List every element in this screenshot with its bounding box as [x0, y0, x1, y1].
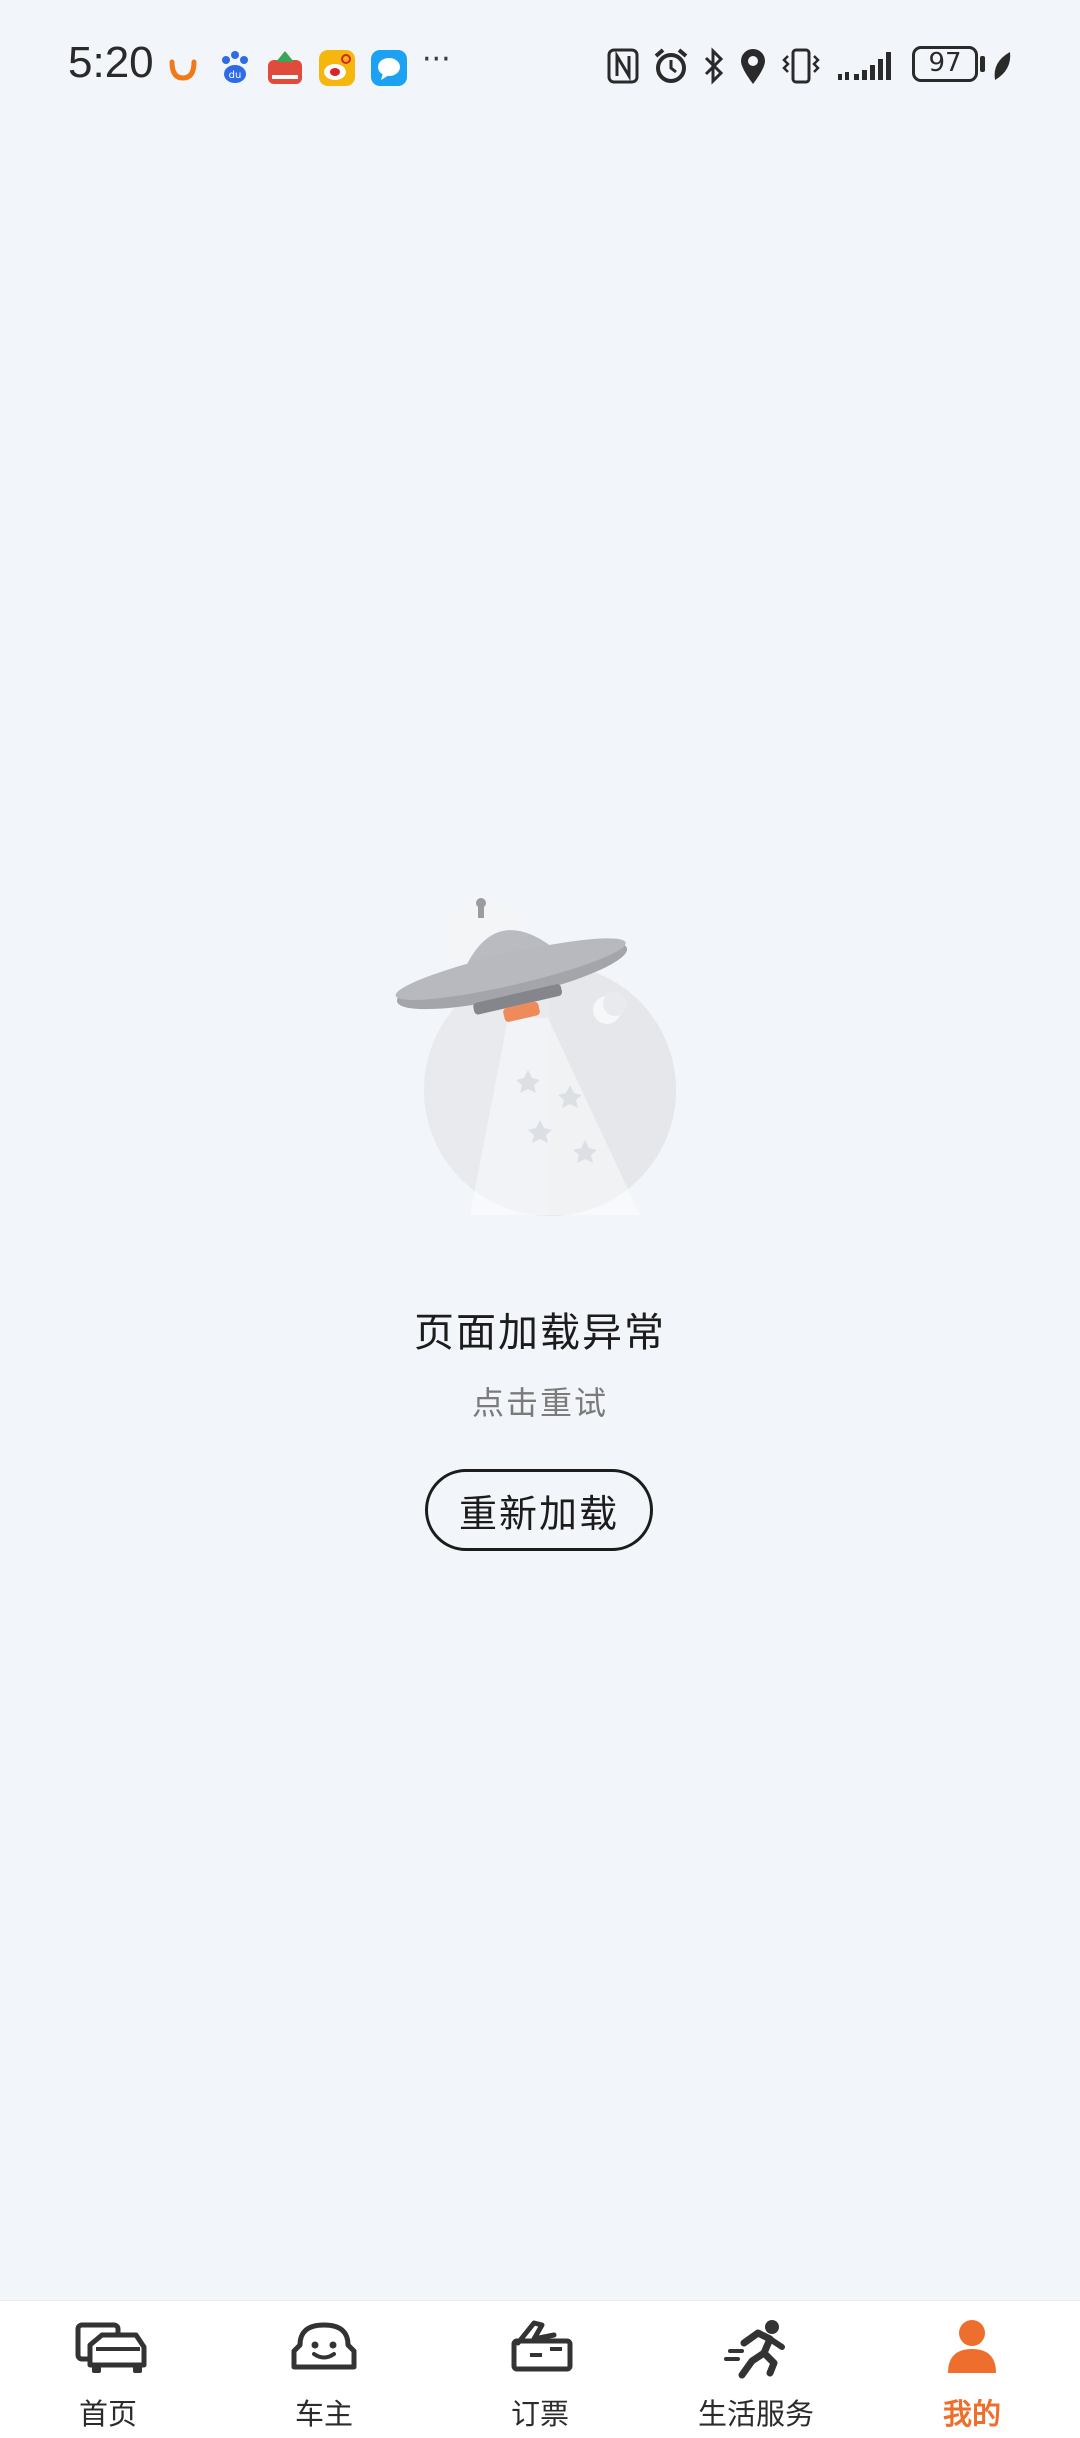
tab-car-owner[interactable]: 车主: [216, 2301, 432, 2438]
runner-icon: [724, 2320, 785, 2379]
tab-tickets-label: 订票: [510, 2397, 569, 2431]
bottom-tab-bar: 首页 车主 订票 生活服务 我的: [0, 2300, 1080, 2438]
tab-home[interactable]: 首页: [0, 2301, 216, 2438]
error-title: 页面加载异常: [414, 1310, 666, 1356]
user-icon: [948, 2320, 996, 2373]
tab-tickets[interactable]: 订票: [432, 2301, 648, 2438]
ticket-icon: [511, 2320, 573, 2372]
tab-life-services-label: 生活服务: [697, 2397, 814, 2431]
tab-home-label: 首页: [78, 2397, 137, 2431]
tab-mine-label: 我的: [942, 2397, 1001, 2431]
home-car-icon: [75, 2322, 147, 2373]
car-owner-icon: [291, 2322, 357, 2370]
tab-car-owner-label: 车主: [294, 2397, 353, 2431]
tab-mine[interactable]: 我的: [864, 2301, 1080, 2438]
reload-button[interactable]: 重新加载: [425, 1469, 653, 1551]
ufo-icon: [395, 898, 676, 1216]
retry-hint[interactable]: 点击重试: [0, 1378, 1080, 1424]
tab-life-services[interactable]: 生活服务: [648, 2301, 864, 2438]
